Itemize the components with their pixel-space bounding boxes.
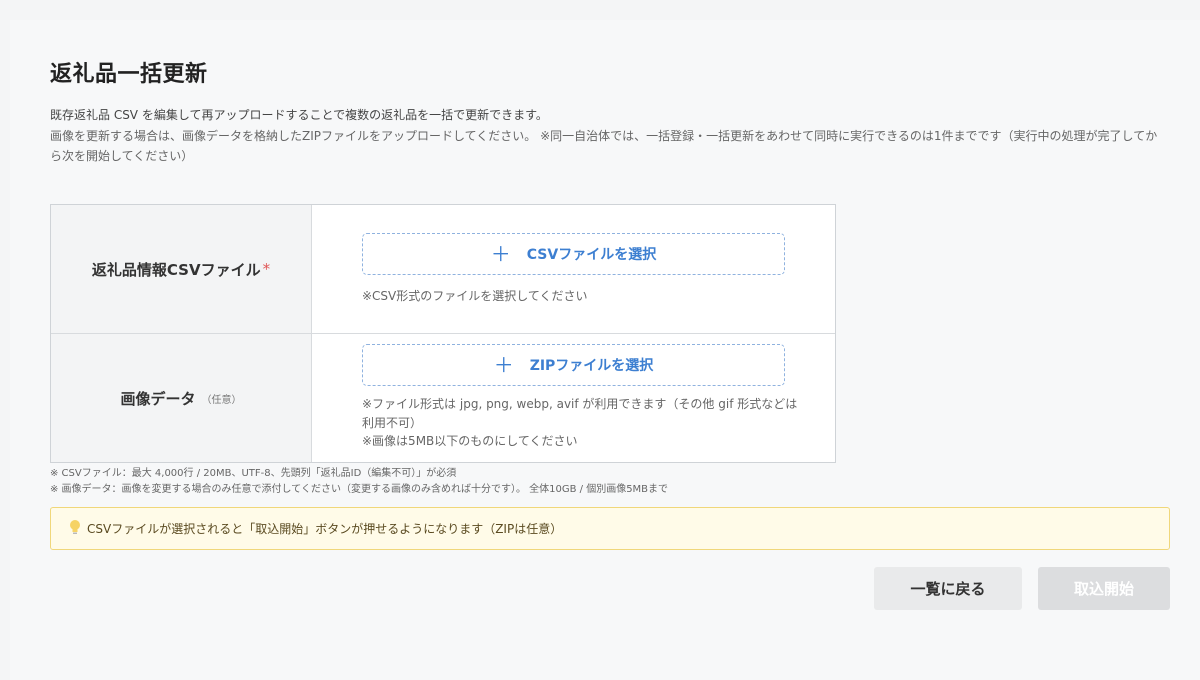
optional-tag: （任意） xyxy=(201,394,242,406)
required-mark: * xyxy=(262,260,271,278)
image-size-hint: ※画像は5MB以下のものにしてください xyxy=(362,434,578,448)
image-field-label-cell: 画像データ （任意） xyxy=(51,334,312,462)
image-field-content: ＋ ZIPファイルを選択 ※ファイル形式は jpg, png, webp, av… xyxy=(312,334,835,462)
lightbulb-icon xyxy=(69,519,81,539)
select-zip-button[interactable]: ＋ ZIPファイルを選択 xyxy=(362,344,785,386)
start-import-button[interactable]: 取込開始 xyxy=(1038,567,1170,610)
image-footnote: ※ 画像データ：画像を変更する場合のみ任意で添付してください（変更する画像のみ含… xyxy=(50,484,669,495)
page-title: 返礼品一括更新 xyxy=(50,62,208,87)
notice-text: CSVファイルが選択されると「取込開始」ボタンが押せるようになります（ZIPは任… xyxy=(87,522,563,536)
csv-field-label: 返礼品情報CSVファイル xyxy=(91,260,261,279)
image-format-hint: ※ファイル形式は jpg, png, webp, avif が利用できます（その… xyxy=(362,397,798,430)
image-upload-row: 画像データ （任意） ＋ ZIPファイルを選択 ※ファイル形式は jpg, png… xyxy=(51,334,835,462)
select-csv-button[interactable]: ＋ CSVファイルを選択 xyxy=(362,233,785,275)
select-csv-label: CSVファイルを選択 xyxy=(526,247,657,263)
info-notice: CSVファイルが選択されると「取込開始」ボタンが押せるようになります（ZIPは任… xyxy=(50,507,1170,550)
csv-field-content: ＋ CSVファイルを選択 ※CSV形式のファイルを選択してください xyxy=(312,205,835,333)
csv-hint: ※CSV形式のファイルを選択してください xyxy=(362,289,588,303)
image-field-label: 画像データ xyxy=(120,389,196,408)
page-description: 既存返礼品 CSV を編集して再アップロードすることで複数の返礼品を一括で更新で… xyxy=(50,108,548,122)
upload-form-table: 返礼品情報CSVファイル * ＋ CSVファイルを選択 ※CSV形式のファイルを選… xyxy=(50,204,836,463)
back-to-list-button[interactable]: 一覧に戻る xyxy=(874,567,1022,610)
select-zip-label: ZIPファイルを選択 xyxy=(529,358,654,374)
csv-footnote: ※ CSVファイル：最大 4,000行 / 20MB、UTF-8、先頭列「返礼品… xyxy=(50,468,457,479)
page-description-note: 画像を更新する場合は、画像データを格納したZIPファイルをアップロードしてくださ… xyxy=(50,129,1158,163)
plus-icon: ＋ xyxy=(490,242,511,266)
main-panel: 返礼品一括更新 既存返礼品 CSV を編集して再アップロードすることで複数の返礼… xyxy=(10,20,1200,680)
csv-upload-row: 返礼品情報CSVファイル * ＋ CSVファイルを選択 ※CSV形式のファイルを選… xyxy=(51,205,835,334)
plus-icon: ＋ xyxy=(493,353,514,377)
csv-field-label-cell: 返礼品情報CSVファイル * xyxy=(51,205,312,333)
